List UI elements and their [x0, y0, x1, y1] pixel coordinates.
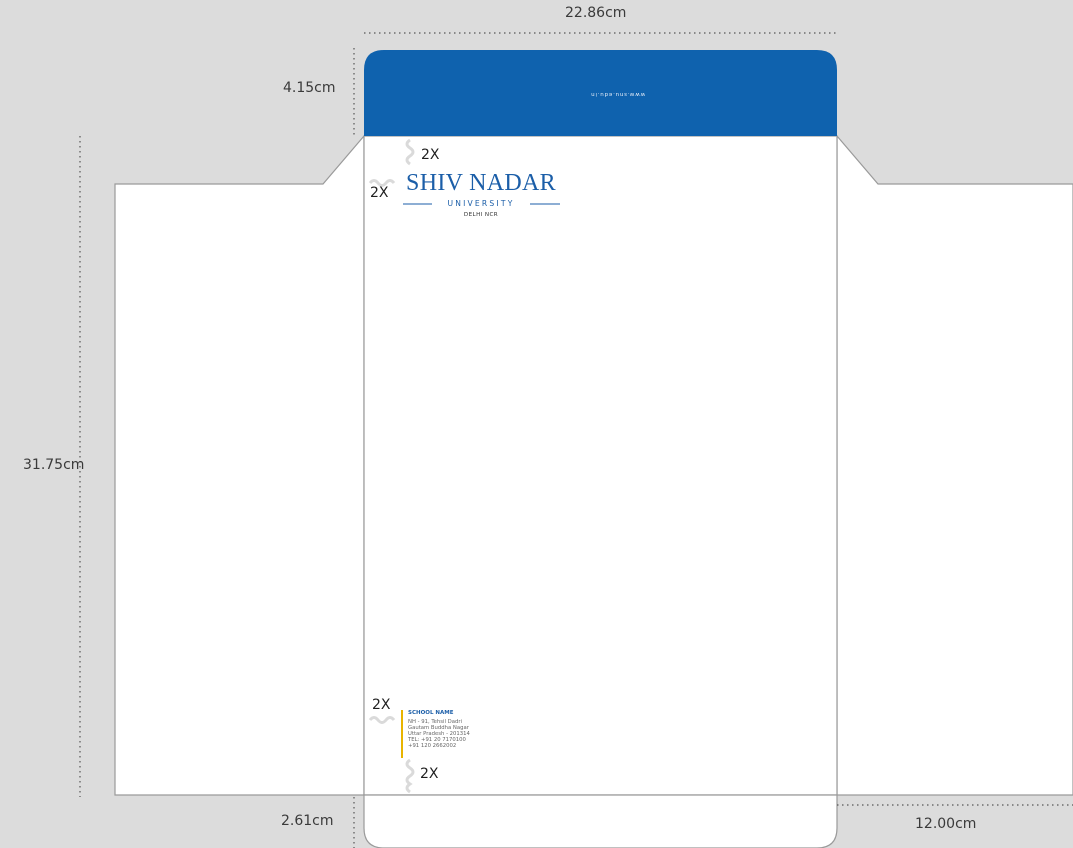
- envelope-diagram: [79, 32, 1073, 848]
- address-block: SCHOOL NAME NH - 91, Tehsil Dadri Gautam…: [408, 710, 498, 749]
- side-flap-label: 12.00cm: [915, 816, 977, 832]
- bottom-flap: [363, 794, 838, 848]
- total-height-label: 31.75cm: [23, 457, 85, 473]
- flap-website-text: www.snu.edu.in: [590, 91, 645, 97]
- right-side-flap: [836, 134, 1073, 796]
- address-accent-bar: [401, 710, 403, 758]
- clearspace-label-address-left: 2X: [372, 697, 391, 713]
- clearspace-label-top: 2X: [421, 147, 440, 163]
- left-side-flap: [114, 134, 365, 796]
- address-line: +91 120 2662002: [408, 743, 457, 749]
- bottom-flap-label: 2.61cm: [281, 813, 334, 829]
- envelope-front-panel: [363, 135, 838, 796]
- flap-height-label: 4.15cm: [283, 80, 336, 96]
- width-label: 22.86cm: [565, 5, 627, 21]
- clearspace-label-address-bottom: 2X: [420, 766, 439, 782]
- logo-subtitle: UNIVERSITY: [447, 199, 515, 208]
- logo-wordmark: SHIV NADAR: [406, 170, 556, 196]
- school-name: SCHOOL NAME: [408, 710, 454, 716]
- logo-location: DELHI NCR: [463, 212, 499, 218]
- clearspace-label-left: 2X: [370, 185, 389, 201]
